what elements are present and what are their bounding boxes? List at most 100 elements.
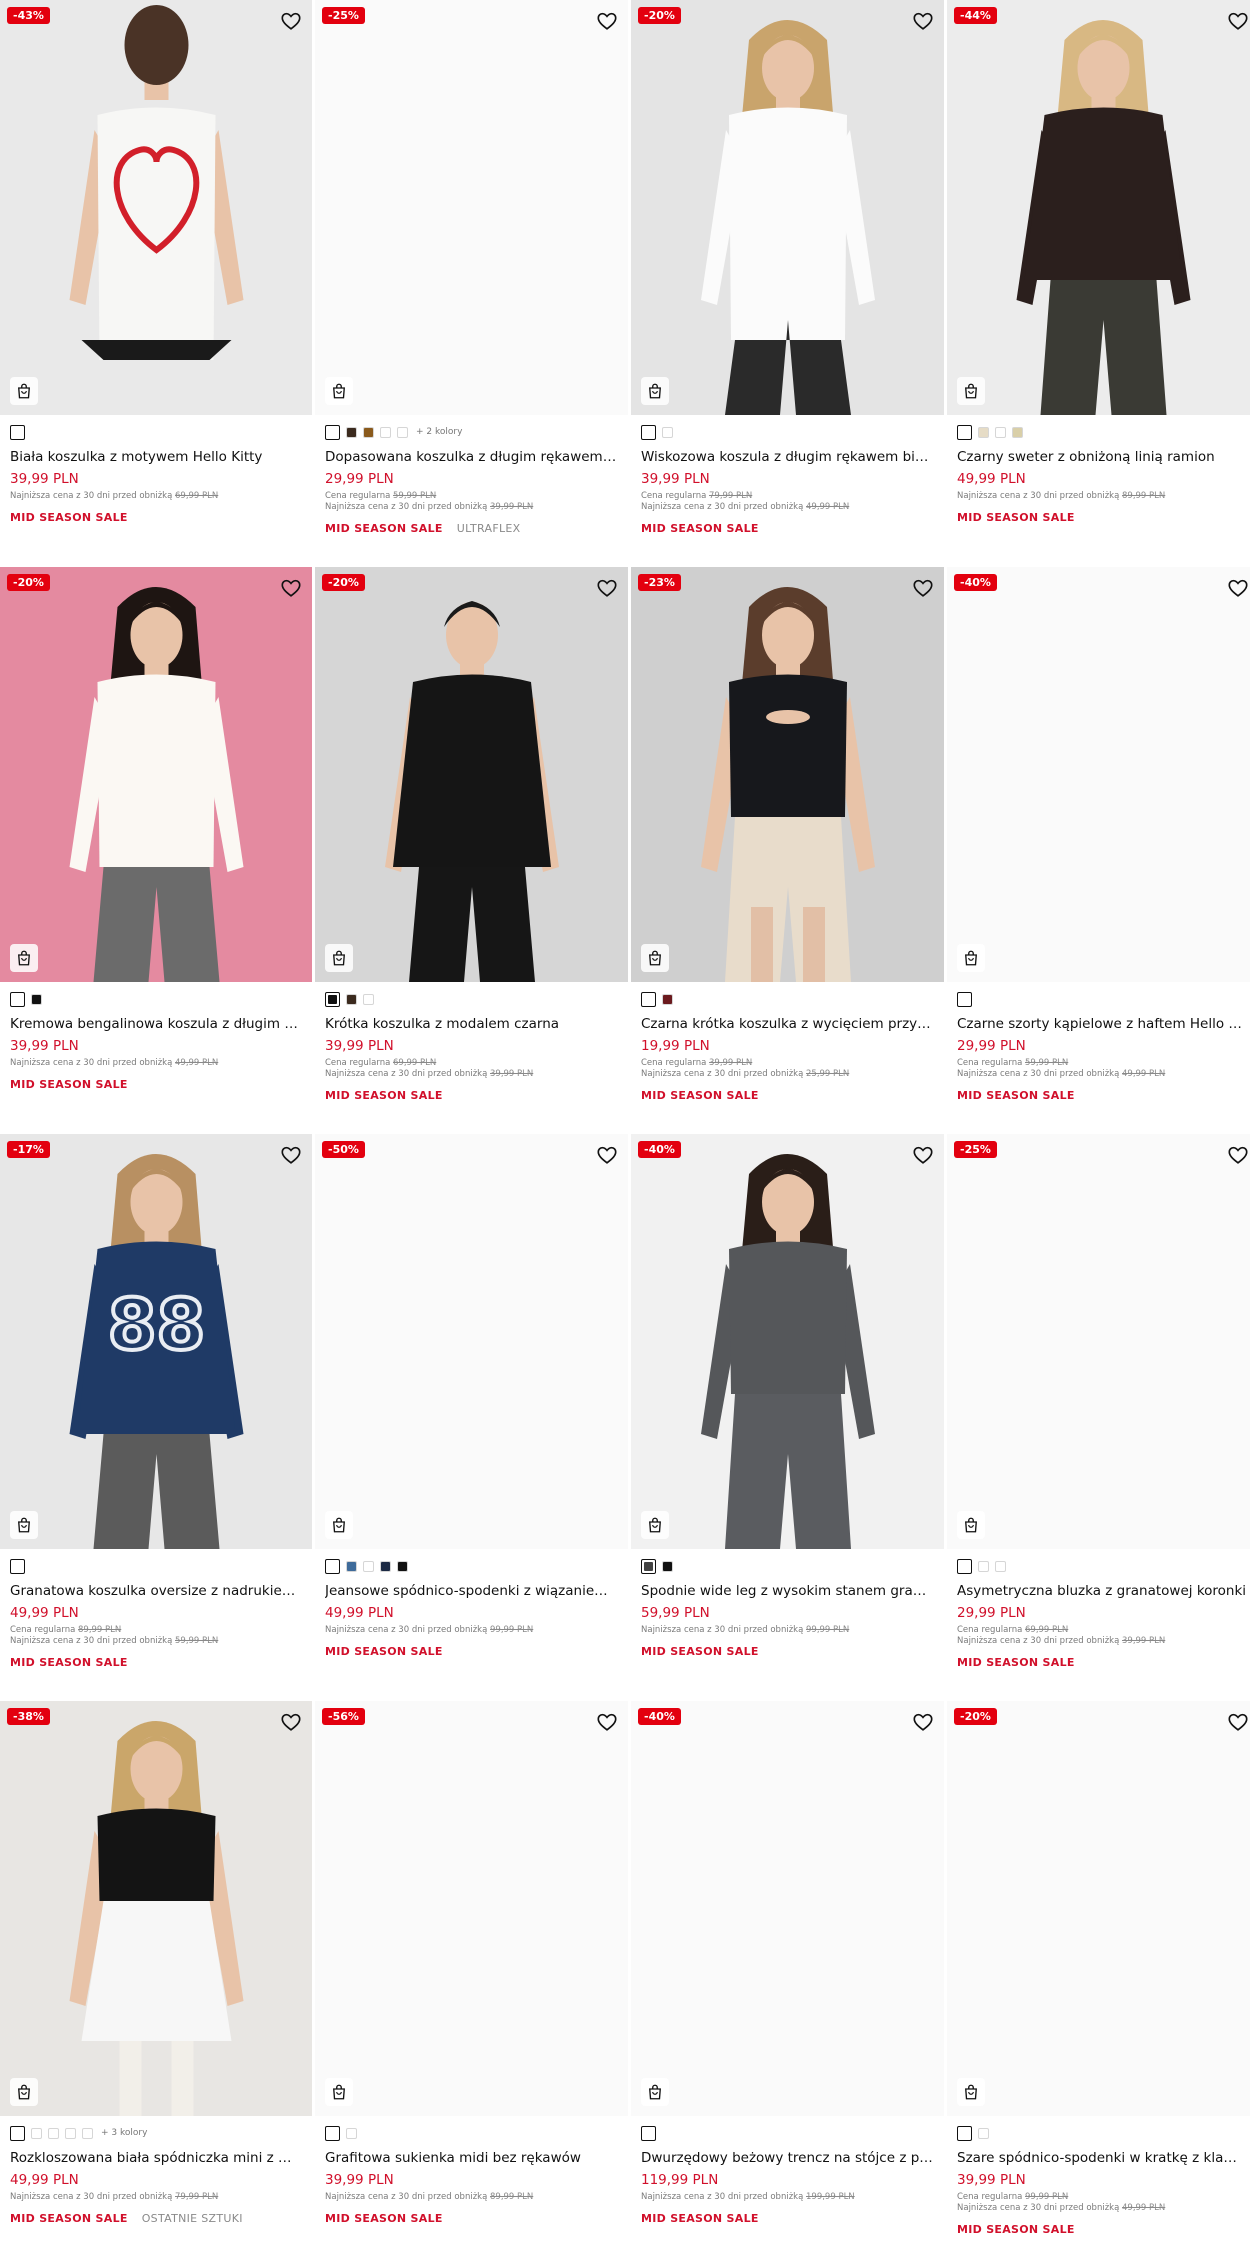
wishlist-heart-icon[interactable] — [280, 1144, 302, 1166]
color-swatch[interactable] — [978, 2127, 989, 2139]
product-name[interactable]: Czarny sweter z obniżoną linią ramion — [957, 449, 1249, 465]
color-swatch[interactable] — [662, 426, 673, 438]
add-to-bag-icon[interactable] — [957, 377, 985, 405]
wishlist-heart-icon[interactable] — [1227, 577, 1249, 599]
product-image[interactable]: -44% — [947, 0, 1250, 415]
add-to-bag-icon[interactable] — [641, 377, 669, 405]
wishlist-heart-icon[interactable] — [596, 577, 618, 599]
add-to-bag-icon[interactable] — [10, 944, 38, 972]
color-swatch[interactable] — [325, 424, 340, 440]
product-name[interactable]: Czarne szorty kąpielowe z haftem Hello K… — [957, 1016, 1249, 1032]
product-name[interactable]: Kremowa bengalinowa koszula z długim ręk… — [10, 1016, 302, 1032]
wishlist-heart-icon[interactable] — [912, 10, 934, 32]
product-card[interactable]: -38% + 3 kolory Rozkloszowana biała spódni… — [0, 1701, 312, 2251]
product-card[interactable]: -44% Czarny sweter z obniżoną linią ramio… — [947, 0, 1250, 567]
product-name[interactable]: Granatowa koszulka oversize z nadrukiem … — [10, 1583, 302, 1599]
add-to-bag-icon[interactable] — [957, 944, 985, 972]
product-card[interactable]: -20% Krótka koszulka z modalem czarna 39,9… — [315, 567, 628, 1134]
product-name[interactable]: Krótka koszulka z modalem czarna — [325, 1016, 618, 1032]
color-swatch[interactable] — [397, 426, 408, 438]
add-to-bag-icon[interactable] — [325, 377, 353, 405]
color-swatch[interactable] — [346, 993, 357, 1005]
product-card[interactable]: -20% Kremowa bengalinowa koszula z długim… — [0, 567, 312, 1134]
product-image[interactable]: -50% — [315, 1134, 628, 1549]
color-swatch[interactable] — [10, 424, 25, 440]
product-image[interactable]: -40% — [631, 1701, 944, 2116]
product-image[interactable]: -20% — [315, 567, 628, 982]
wishlist-heart-icon[interactable] — [1227, 10, 1249, 32]
product-image[interactable]: -23% — [631, 567, 944, 982]
product-image[interactable]: -20% — [631, 0, 944, 415]
color-swatch[interactable] — [995, 1560, 1006, 1572]
color-swatch[interactable] — [65, 2127, 76, 2139]
product-card[interactable]: -23% Czarna krótka koszulka z wycięciem p… — [631, 567, 944, 1134]
add-to-bag-icon[interactable] — [957, 2078, 985, 2106]
add-to-bag-icon[interactable] — [641, 2078, 669, 2106]
product-image[interactable]: 88 -17% — [0, 1134, 312, 1549]
add-to-bag-icon[interactable] — [641, 944, 669, 972]
product-image[interactable]: -56% — [315, 1701, 628, 2116]
color-swatch[interactable] — [325, 2125, 340, 2141]
color-swatch[interactable] — [10, 991, 25, 1007]
wishlist-heart-icon[interactable] — [912, 1711, 934, 1733]
wishlist-heart-icon[interactable] — [280, 10, 302, 32]
color-swatch[interactable] — [1012, 426, 1023, 438]
product-name[interactable]: Dopasowana koszulka z długim rękawem be.… — [325, 449, 618, 465]
color-swatch[interactable] — [363, 426, 374, 438]
product-card[interactable]: -56% Grafitowa sukienka midi bez rękawów 3… — [315, 1701, 628, 2251]
color-swatch[interactable] — [641, 424, 656, 440]
color-swatch[interactable] — [346, 426, 357, 438]
product-name[interactable]: Rozkloszowana biała spódniczka mini z ws… — [10, 2150, 302, 2166]
add-to-bag-icon[interactable] — [325, 2078, 353, 2106]
product-name[interactable]: Grafitowa sukienka midi bez rękawów — [325, 2150, 618, 2166]
color-swatch[interactable] — [641, 1558, 656, 1574]
product-image[interactable]: -25% — [315, 0, 628, 415]
color-swatch[interactable] — [346, 2127, 357, 2139]
color-swatch[interactable] — [31, 993, 42, 1005]
product-image[interactable]: -20% — [0, 567, 312, 982]
color-swatch[interactable] — [957, 424, 972, 440]
color-swatch[interactable] — [662, 1560, 673, 1572]
wishlist-heart-icon[interactable] — [912, 577, 934, 599]
add-to-bag-icon[interactable] — [641, 1511, 669, 1539]
color-swatch[interactable] — [10, 1558, 25, 1574]
product-image[interactable]: -20% — [947, 1701, 1250, 2116]
color-swatch[interactable] — [662, 993, 673, 1005]
color-swatch[interactable] — [325, 991, 340, 1007]
color-swatch[interactable] — [978, 1560, 989, 1572]
product-name[interactable]: Wiskozowa koszula z długim rękawem biała — [641, 449, 934, 465]
product-card[interactable]: 88 -17% Granatowa koszulka oversize z nadr… — [0, 1134, 312, 1701]
add-to-bag-icon[interactable] — [325, 1511, 353, 1539]
product-name[interactable]: Szare spódnico-spodenki w kratkę z klamr… — [957, 2150, 1249, 2166]
add-to-bag-icon[interactable] — [325, 944, 353, 972]
color-swatch[interactable] — [397, 1560, 408, 1572]
color-swatch[interactable] — [995, 426, 1006, 438]
product-card[interactable]: -40% Dwurzędowy beżowy trencz na stójce z… — [631, 1701, 944, 2251]
color-swatch[interactable] — [380, 1560, 391, 1572]
product-card[interactable]: -40% Czarne szorty kąpielowe z haftem Hel… — [947, 567, 1250, 1134]
product-name[interactable]: Czarna krótka koszulka z wycięciem przy … — [641, 1016, 934, 1032]
color-swatch[interactable] — [363, 1560, 374, 1572]
color-swatch[interactable] — [48, 2127, 59, 2139]
product-card[interactable]: -25% Asymetryczna bluzka z granatowej kor… — [947, 1134, 1250, 1701]
color-swatch[interactable] — [31, 2127, 42, 2139]
color-swatch[interactable] — [10, 2125, 25, 2141]
product-name[interactable]: Spodnie wide leg z wysokim stanem grafit… — [641, 1583, 934, 1599]
product-card[interactable]: -43% Biała koszulka z motywem Hello Kitty… — [0, 0, 312, 567]
add-to-bag-icon[interactable] — [10, 377, 38, 405]
wishlist-heart-icon[interactable] — [1227, 1144, 1249, 1166]
wishlist-heart-icon[interactable] — [912, 1144, 934, 1166]
product-image[interactable]: -40% — [947, 567, 1250, 982]
product-name[interactable]: Asymetryczna bluzka z granatowej koronki — [957, 1583, 1249, 1599]
product-name[interactable]: Biała koszulka z motywem Hello Kitty — [10, 449, 302, 465]
more-colors-label[interactable]: + 2 kolory — [416, 427, 462, 437]
product-card[interactable]: -20% Wiskozowa koszula z długim rękawem b… — [631, 0, 944, 567]
color-swatch[interactable] — [380, 426, 391, 438]
product-image[interactable]: -25% — [947, 1134, 1250, 1549]
color-swatch[interactable] — [82, 2127, 93, 2139]
wishlist-heart-icon[interactable] — [280, 577, 302, 599]
wishlist-heart-icon[interactable] — [280, 1711, 302, 1733]
product-card[interactable]: -20% Szare spódnico-spodenki w kratkę z k… — [947, 1701, 1250, 2251]
color-swatch[interactable] — [363, 993, 374, 1005]
color-swatch[interactable] — [641, 991, 656, 1007]
